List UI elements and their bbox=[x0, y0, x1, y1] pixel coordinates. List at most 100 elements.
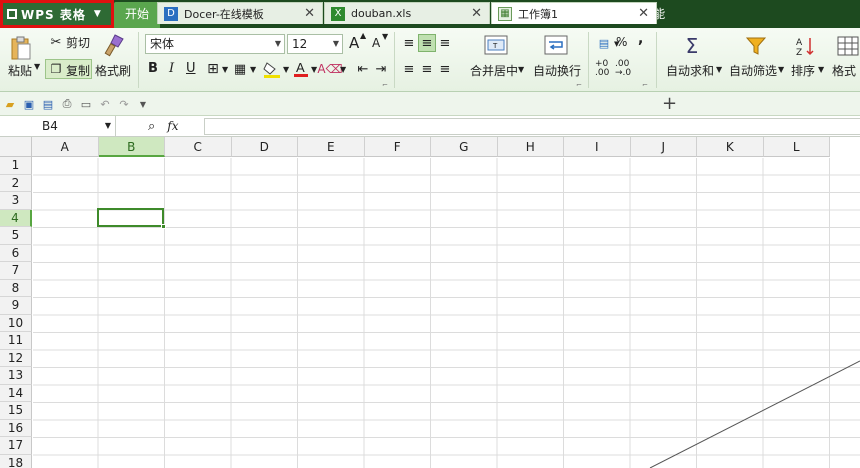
save-icon[interactable]: ▣ bbox=[21, 96, 37, 112]
row-header-8[interactable]: 8 bbox=[0, 279, 32, 297]
percent-button[interactable]: % bbox=[616, 35, 627, 49]
print-icon[interactable]: ⎙ bbox=[59, 96, 75, 112]
close-icon[interactable]: ✕ bbox=[304, 6, 315, 21]
filter-icon[interactable] bbox=[744, 34, 768, 58]
format-painter-button[interactable]: 格式刷 bbox=[95, 62, 131, 79]
number-format-icon[interactable]: ▤ bbox=[595, 36, 613, 50]
new-tab-plus-icon[interactable]: + bbox=[662, 95, 677, 113]
chevron-down-icon[interactable]: ▼ bbox=[283, 65, 289, 74]
shrink-font-button[interactable]: A bbox=[372, 36, 380, 50]
row-header-6[interactable]: 6 bbox=[0, 244, 32, 262]
font-name-select[interactable]: 宋体 ▼ bbox=[145, 34, 285, 54]
number-dialog-launcher-icon[interactable]: ⌐ bbox=[642, 81, 648, 89]
row-header-2[interactable]: 2 bbox=[0, 174, 32, 192]
alignment-dialog-launcher-icon[interactable]: ⌐ bbox=[576, 81, 582, 89]
font-size-select[interactable]: 12 ▼ bbox=[287, 34, 343, 54]
row-header-13[interactable]: 13 bbox=[0, 367, 32, 385]
row-header-15[interactable]: 15 bbox=[0, 402, 32, 420]
select-all-corner[interactable] bbox=[0, 137, 32, 157]
chevron-down-icon[interactable]: ▼ bbox=[778, 65, 784, 74]
doc-tab-workbook1[interactable]: ▦ 工作簿1 ✕ bbox=[491, 2, 657, 24]
align-right-icon[interactable]: ≡ bbox=[436, 60, 454, 78]
column-header-h[interactable]: H bbox=[497, 137, 564, 157]
cell-area[interactable] bbox=[33, 158, 860, 468]
row-header-7[interactable]: 7 bbox=[0, 262, 32, 280]
doc-tab-docer[interactable]: D Docer-在线模板 ✕ bbox=[157, 2, 323, 24]
wrap-text-button[interactable]: 自动换行 bbox=[533, 62, 581, 79]
close-icon[interactable]: ✕ bbox=[638, 6, 649, 21]
format-button[interactable]: 格式 bbox=[832, 62, 856, 79]
comma-style-button[interactable]: , bbox=[638, 31, 643, 47]
row-header-10[interactable]: 10 bbox=[0, 314, 32, 332]
row-header-1[interactable]: 1 bbox=[0, 157, 32, 175]
grow-font-button[interactable]: A bbox=[349, 34, 359, 52]
close-icon[interactable]: ✕ bbox=[471, 6, 482, 21]
copy-button[interactable]: ❐ 复制 bbox=[45, 59, 92, 79]
sigma-icon[interactable]: Σ bbox=[680, 34, 704, 58]
format-painter-icon[interactable] bbox=[102, 32, 126, 58]
menu-tab-0[interactable]: 开始 bbox=[114, 2, 161, 28]
chevron-down-icon[interactable]: ▼ bbox=[518, 65, 524, 74]
column-header-k[interactable]: K bbox=[697, 137, 764, 157]
column-header-b[interactable]: B bbox=[98, 137, 165, 157]
row-header-16[interactable]: 16 bbox=[0, 419, 32, 437]
row-header-14[interactable]: 14 bbox=[0, 384, 32, 402]
formula-input[interactable] bbox=[204, 118, 860, 135]
active-cell-b4[interactable] bbox=[97, 208, 166, 229]
autofilter-button[interactable]: 自动筛选 bbox=[729, 62, 777, 79]
chevron-down-icon[interactable]: ▼ bbox=[105, 116, 111, 136]
fx-icon[interactable]: fx bbox=[167, 119, 178, 133]
customize-toolbar-icon[interactable]: ▼ bbox=[135, 96, 151, 112]
border-icon[interactable]: ⊞ bbox=[205, 61, 221, 77]
bold-button[interactable]: B bbox=[148, 61, 158, 76]
decrease-decimal-icon[interactable]: .00 →.0 bbox=[615, 60, 631, 78]
align-left-icon[interactable]: ≡ bbox=[400, 60, 418, 78]
chevron-down-icon[interactable]: ▼ bbox=[818, 65, 824, 74]
font-dialog-launcher-icon[interactable]: ⌐ bbox=[382, 81, 388, 89]
row-header-18[interactable]: 18 bbox=[0, 454, 32, 468]
increase-decimal-icon[interactable]: +0.00 bbox=[595, 60, 609, 78]
increase-indent-icon[interactable]: ⇥ bbox=[373, 61, 389, 77]
autosum-button[interactable]: 自动求和 bbox=[666, 62, 714, 79]
cell-style-icon[interactable]: ▦ bbox=[232, 61, 248, 77]
wps-app-menu-button[interactable]: WPS 表格 ▼ bbox=[0, 0, 114, 28]
column-header-f[interactable]: F bbox=[364, 137, 431, 157]
decrease-indent-icon[interactable]: ⇤ bbox=[355, 61, 371, 77]
column-header-c[interactable]: C bbox=[165, 137, 232, 157]
fill-color-icon[interactable] bbox=[263, 61, 281, 79]
paste-dropdown-icon[interactable]: ▼ bbox=[34, 62, 40, 71]
paste-icon[interactable] bbox=[8, 34, 34, 62]
open-folder-icon[interactable]: ▰ bbox=[2, 96, 18, 112]
save-as-icon[interactable]: ▤ bbox=[40, 96, 56, 112]
chevron-down-icon[interactable]: ▼ bbox=[716, 65, 722, 74]
redo-icon[interactable]: ↷ bbox=[116, 96, 132, 112]
align-bottom-icon[interactable]: ≡ bbox=[436, 34, 454, 52]
fill-handle[interactable] bbox=[161, 224, 166, 229]
row-header-5[interactable]: 5 bbox=[0, 227, 32, 245]
merge-center-button[interactable]: 合并居中 bbox=[470, 62, 518, 79]
font-color-icon[interactable]: A bbox=[293, 60, 309, 78]
sort-button[interactable]: 排序 bbox=[791, 62, 815, 79]
italic-button[interactable]: I bbox=[169, 61, 174, 76]
chevron-down-icon[interactable]: ▼ bbox=[311, 65, 317, 74]
chevron-down-icon[interactable]: ▼ bbox=[222, 65, 228, 74]
row-header-3[interactable]: 3 bbox=[0, 192, 32, 210]
sort-icon[interactable]: AZ bbox=[794, 34, 818, 58]
undo-icon[interactable]: ↶ bbox=[97, 96, 113, 112]
align-middle-icon[interactable]: ≡ bbox=[418, 34, 436, 52]
column-header-i[interactable]: I bbox=[564, 137, 631, 157]
chevron-down-icon[interactable]: ▼ bbox=[340, 65, 346, 74]
underline-button[interactable]: U bbox=[186, 61, 196, 76]
column-header-g[interactable]: G bbox=[431, 137, 498, 157]
column-header-e[interactable]: E bbox=[298, 137, 365, 157]
merge-center-icon[interactable]: T bbox=[483, 34, 509, 56]
column-header-a[interactable]: A bbox=[32, 137, 99, 157]
align-center-icon[interactable]: ≡ bbox=[418, 60, 436, 78]
column-header-j[interactable]: J bbox=[630, 137, 697, 157]
cut-button[interactable]: 剪切 bbox=[66, 34, 90, 51]
row-header-4[interactable]: 4 bbox=[0, 209, 32, 227]
clear-format-icon[interactable]: A⌫ bbox=[317, 61, 342, 77]
print-preview-icon[interactable]: ▭ bbox=[78, 96, 94, 112]
row-header-9[interactable]: 9 bbox=[0, 297, 32, 315]
row-header-11[interactable]: 11 bbox=[0, 332, 32, 350]
